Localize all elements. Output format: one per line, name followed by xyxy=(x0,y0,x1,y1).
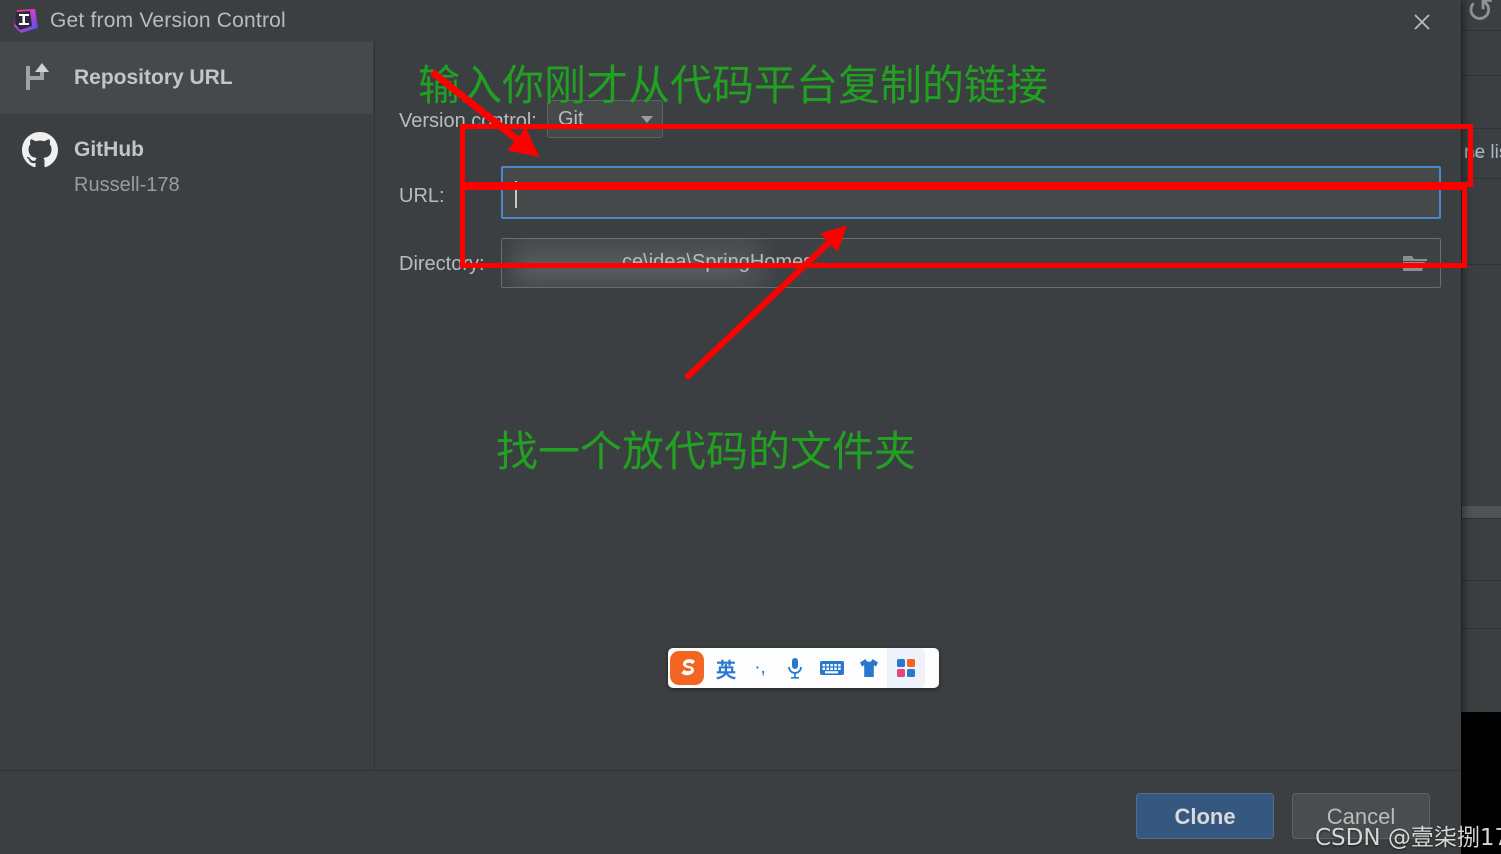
tshirt-icon[interactable] xyxy=(851,648,887,688)
background-text-fragment: ne lis xyxy=(1464,142,1501,163)
dialog-button-bar: Clone Cancel xyxy=(0,771,1461,854)
csdn-watermark: CSDN @壹柒捌178 xyxy=(1315,825,1501,851)
url-label: URL: xyxy=(399,185,445,207)
clone-button[interactable]: Clone xyxy=(1136,793,1274,839)
sidebar-item-sublabel: Russell-178 xyxy=(74,174,180,196)
background-divider xyxy=(1461,0,1462,780)
background-rule xyxy=(1461,178,1501,179)
keyboard-icon[interactable] xyxy=(813,648,851,688)
sogou-ime-toolbar[interactable]: 英 ·, xyxy=(668,648,939,688)
get-from-version-control-dialog: Get from Version Control Repository URL xyxy=(0,0,1461,854)
background-rule xyxy=(1461,264,1501,265)
github-icon xyxy=(22,132,58,168)
chevron-down-icon xyxy=(641,116,653,123)
undo-icon: ↺ xyxy=(1466,0,1495,30)
branch-merge-icon xyxy=(22,60,58,96)
background-rule xyxy=(1461,580,1501,581)
sidebar-item-label: GitHub xyxy=(74,138,144,161)
app-grid-icon[interactable] xyxy=(887,648,925,688)
directory-label: Directory: xyxy=(399,253,485,275)
sogou-logo-icon[interactable] xyxy=(668,648,709,688)
sidebar-item-github[interactable]: GitHub Russell-178 xyxy=(0,120,373,204)
background-rule xyxy=(1461,128,1501,129)
folder-open-icon[interactable] xyxy=(1400,250,1430,276)
sidebar-item-label: Repository URL xyxy=(74,66,233,89)
dialog-title: Get from Version Control xyxy=(50,9,286,32)
ime-punctuation-toggle[interactable]: ·, xyxy=(743,648,777,688)
background-rule xyxy=(1461,628,1501,629)
text-caret xyxy=(515,181,517,208)
background-row-highlight xyxy=(1462,506,1501,518)
sidebar-item-repository-url[interactable]: Repository URL xyxy=(0,42,373,114)
dialog-title-bar: Get from Version Control xyxy=(0,0,1461,42)
directory-input[interactable]: ce\idea\SpringHomes xyxy=(501,238,1441,288)
microphone-icon[interactable] xyxy=(777,648,813,688)
intellij-idea-icon xyxy=(13,8,39,34)
version-control-value: Git xyxy=(558,108,584,130)
ime-language-toggle[interactable]: 英 xyxy=(709,648,743,688)
close-icon[interactable] xyxy=(1400,4,1444,36)
background-rule xyxy=(1461,75,1501,76)
url-input[interactable] xyxy=(501,166,1441,219)
dialog-sidebar: Repository URL GitHub Russell-178 xyxy=(0,42,375,770)
background-rule xyxy=(1461,518,1501,519)
version-control-label: Version control: xyxy=(399,110,537,132)
background-rule xyxy=(1461,30,1501,31)
directory-input-value: ce\idea\SpringHomes xyxy=(622,251,814,273)
version-control-select[interactable]: Git xyxy=(547,100,663,138)
background-editor-pane xyxy=(1461,0,1501,780)
